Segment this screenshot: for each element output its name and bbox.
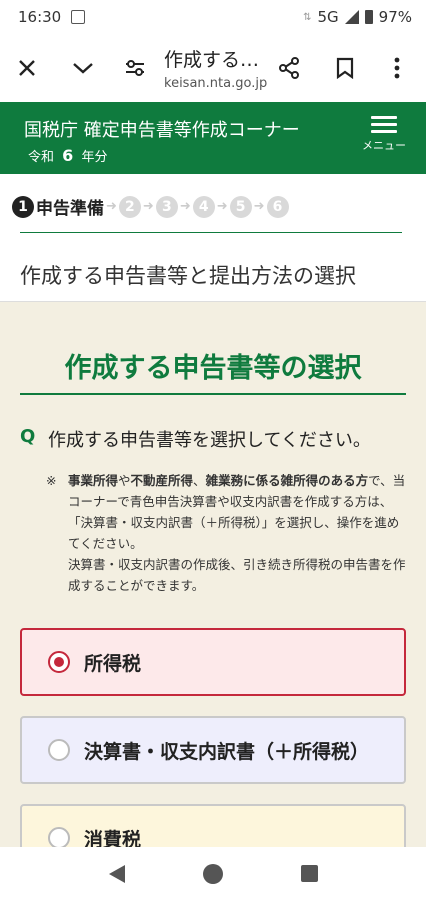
battery-level: 97%: [378, 8, 412, 26]
option-label: 決算書・収支内訳書（＋所得税）: [84, 740, 370, 763]
question: Q 作成する申告書等を選択してください。: [20, 426, 371, 452]
question-mark: Q: [20, 426, 36, 447]
year-number: 6: [62, 146, 74, 165]
recent-apps-icon[interactable]: [300, 865, 318, 882]
url-block[interactable]: 作成する… keisan.nta.go.jp: [156, 45, 268, 91]
arrow-icon: ➜: [253, 199, 265, 214]
year-suffix: 年分: [81, 150, 108, 165]
more-options-icon[interactable]: [376, 47, 418, 89]
note-bold: 事業所得: [68, 473, 119, 488]
option-financial-statement[interactable]: 決算書・収支内訳書（＋所得税）: [20, 716, 406, 784]
arrow-icon: ➜: [142, 199, 154, 214]
step-heading: 作成する申告書等と提出方法の選択: [20, 264, 356, 288]
menu-label: メニュー: [362, 139, 406, 152]
chevron-down-icon[interactable]: [62, 47, 104, 89]
notification-icon: [71, 10, 86, 24]
era-label: 令和: [28, 150, 55, 165]
system-nav-bar: [0, 847, 426, 900]
home-icon[interactable]: [202, 863, 223, 884]
note-line-1: 事業所得や不動産所得、雑業務に係る雑所得のある方で、当コーナーで青色申告決算書や…: [68, 470, 406, 554]
share-icon[interactable]: [268, 47, 310, 89]
page-title: 作成する…: [164, 49, 260, 71]
network-label: 5G: [317, 8, 339, 26]
note-asterisk: ※: [46, 473, 57, 488]
step-5: 5: [229, 195, 252, 218]
radio-selected-icon[interactable]: [48, 651, 70, 673]
option-income-tax[interactable]: 所得税: [20, 628, 406, 696]
browser-toolbar: 作成する… keisan.nta.go.jp: [0, 34, 426, 102]
note-line-2: 決算書・収支内訳書の作成後、引き続き所得税の申告書を作成することができます。: [68, 557, 406, 593]
tax-year: 令和 6 年分: [28, 146, 107, 165]
arrow-icon: ➜: [179, 199, 191, 214]
section-heading: 作成する申告書等の選択: [20, 346, 406, 395]
note-bold: 雑業務に係る雑所得のある方: [205, 473, 369, 488]
note-bold: 不動産所得: [130, 473, 194, 488]
battery-icon: [364, 10, 373, 24]
signal-icon: [344, 10, 359, 24]
data-arrows-icon: ⇅: [303, 11, 312, 23]
back-icon[interactable]: [108, 864, 125, 883]
note-text: 、: [193, 473, 206, 488]
status-right: ⇅ 5G 97%: [303, 8, 412, 26]
note-body: 事業所得や不動産所得、雑業務に係る雑所得のある方で、当コーナーで青色申告決算書や…: [68, 470, 406, 596]
site-settings-icon[interactable]: [114, 47, 156, 89]
bookmark-icon[interactable]: [324, 47, 366, 89]
step-bar: 1 申告準備 ➜ 2 ➜ 3 ➜ 4 ➜ 5 ➜ 6: [12, 194, 289, 219]
question-text: 作成する申告書等を選択してください。: [48, 430, 371, 451]
step-3: 3: [155, 195, 178, 218]
step-divider: [20, 232, 402, 233]
step-1-label: 申告準備: [36, 199, 104, 219]
hamburger-icon: [356, 116, 412, 133]
step-6: 6: [266, 195, 289, 218]
radio-unselected-icon[interactable]: [48, 739, 70, 761]
url-domain: keisan.nta.go.jp: [164, 76, 268, 91]
option-label: 消費税: [84, 828, 142, 848]
arrow-icon: ➜: [106, 199, 117, 214]
option-consumption-tax[interactable]: 消費税: [20, 804, 406, 847]
step-2: 2: [118, 195, 141, 218]
note: ※ 事業所得や不動産所得、雑業務に係る雑所得のある方で、当コーナーで青色申告決算…: [46, 470, 406, 596]
arrow-icon: ➜: [216, 199, 228, 214]
step-4: 4: [192, 195, 215, 218]
status-time: 16:30: [18, 8, 62, 26]
status-bar: 16:30 ⇅ 5G 97%: [0, 0, 426, 34]
site-title[interactable]: 国税庁 確定申告書等作成コーナー: [24, 116, 300, 142]
site-header: 国税庁 確定申告書等作成コーナー 令和 6 年分 メニュー: [0, 102, 426, 174]
step-1: 1: [12, 195, 34, 218]
menu-button[interactable]: メニュー: [356, 112, 412, 153]
note-text: や: [118, 473, 131, 488]
step-indicator: 1 申告準備 ➜ 2 ➜ 3 ➜ 4 ➜ 5 ➜ 6 作成する申告書等と提出方法…: [0, 174, 426, 302]
main-content: 作成する申告書等の選択 Q 作成する申告書等を選択してください。 ※ 事業所得や…: [0, 302, 426, 847]
option-label: 所得税: [84, 652, 142, 675]
close-icon[interactable]: [6, 47, 48, 89]
radio-unselected-icon[interactable]: [48, 827, 70, 847]
